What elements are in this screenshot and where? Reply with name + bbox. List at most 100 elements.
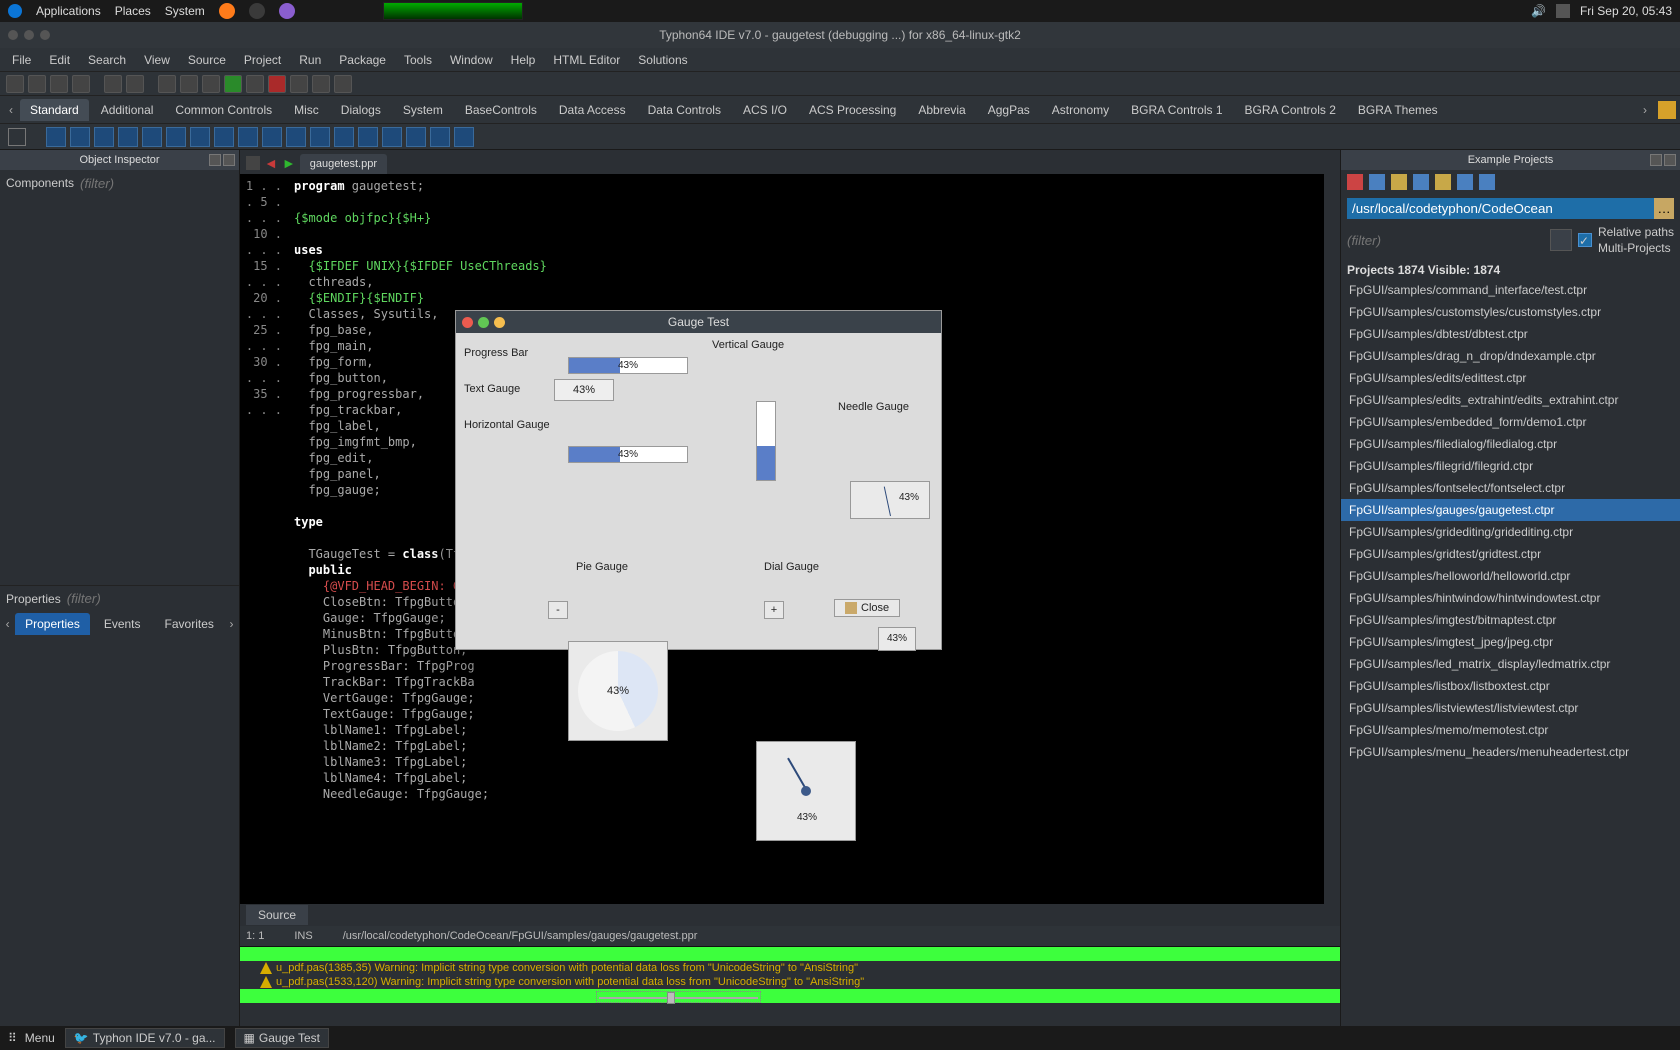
project-item[interactable]: FpGUI/samples/gridediting/gridediting.ct… <box>1341 521 1680 543</box>
show-apps-icon[interactable]: ⠿ <box>8 1031 15 1045</box>
palette-tab-data-controls[interactable]: Data Controls <box>638 99 731 121</box>
ide-menu-package[interactable]: Package <box>339 53 386 67</box>
folder2-icon[interactable] <box>1435 174 1451 190</box>
volume-icon[interactable]: 🔊 <box>1531 4 1546 18</box>
project-item[interactable]: FpGUI/samples/imgtest/bitmaptest.ctpr <box>1341 609 1680 631</box>
window-minimize-icon[interactable] <box>24 30 34 40</box>
palette-tab-acs-i/o[interactable]: ACS I/O <box>733 99 797 121</box>
run-button[interactable] <box>224 75 242 93</box>
palette-tab-acs-processing[interactable]: ACS Processing <box>799 99 906 121</box>
project-item[interactable]: FpGUI/samples/imgtest_jpeg/jpeg.ctpr <box>1341 631 1680 653</box>
palette-tab-abbrevia[interactable]: Abbrevia <box>908 99 975 121</box>
nav-forward-icon[interactable]: ► <box>282 155 296 171</box>
component-icon[interactable] <box>70 127 90 147</box>
panel-undock-icon[interactable] <box>1650 154 1662 166</box>
component-icon[interactable] <box>382 127 402 147</box>
message-warning[interactable]: u_pdf.pas(1533,120) Warning: Implicit st… <box>240 975 1340 989</box>
component-icon[interactable] <box>262 127 282 147</box>
palette-tab-misc[interactable]: Misc <box>284 99 329 121</box>
minus-button[interactable]: - <box>548 601 568 619</box>
files-icon[interactable] <box>279 3 295 19</box>
component-icon[interactable] <box>94 127 114 147</box>
project-item[interactable]: FpGUI/samples/edits_extrahint/edits_extr… <box>1341 389 1680 411</box>
palette-tab-astronomy[interactable]: Astronomy <box>1042 99 1119 121</box>
project-item[interactable]: FpGUI/samples/customstyles/customstyles.… <box>1341 301 1680 323</box>
projects-list[interactable]: FpGUI/samples/command_interface/test.ctp… <box>1341 279 1680 1026</box>
browse-button[interactable]: … <box>1654 198 1674 219</box>
editor-menu-icon[interactable] <box>246 156 260 170</box>
applications-menu[interactable]: Applications <box>36 4 101 18</box>
example-projects-title[interactable]: Example Projects <box>1341 150 1680 170</box>
system-monitor-graph[interactable] <box>383 2 523 20</box>
component-icon[interactable] <box>406 127 426 147</box>
ide-menu-html-editor[interactable]: HTML Editor <box>553 53 620 67</box>
object-inspector-title[interactable]: Object Inspector <box>0 150 239 170</box>
panel-close-icon[interactable] <box>1664 154 1676 166</box>
palette-tab-basecontrols[interactable]: BaseControls <box>455 99 547 121</box>
save-all-button[interactable] <box>72 75 90 93</box>
project-item[interactable]: FpGUI/samples/helloworld/helloworld.ctpr <box>1341 565 1680 587</box>
project-item[interactable]: FpGUI/samples/memo/memotest.ctpr <box>1341 719 1680 741</box>
prop-tab-events[interactable]: Events <box>94 613 151 635</box>
project-item[interactable]: FpGUI/samples/gauges/gaugetest.ctpr <box>1341 499 1680 521</box>
project-item[interactable]: FpGUI/samples/menu_headers/menuheadertes… <box>1341 741 1680 763</box>
ide-menu-view[interactable]: View <box>144 53 170 67</box>
ide-menu-search[interactable]: Search <box>88 53 126 67</box>
gauge-test-window[interactable]: Gauge Test Progress Bar 43% Text Gauge 4… <box>455 310 942 650</box>
palette-tab-additional[interactable]: Additional <box>91 99 164 121</box>
component-icon[interactable] <box>166 127 186 147</box>
clock[interactable]: Fri Sep 20, 05:43 <box>1580 4 1672 18</box>
stop-button[interactable] <box>268 75 286 93</box>
panel-undock-icon[interactable] <box>209 154 221 166</box>
gauge-titlebar[interactable]: Gauge Test <box>456 311 941 333</box>
project-item[interactable]: FpGUI/samples/command_interface/test.ctp… <box>1341 279 1680 301</box>
tool-icon[interactable] <box>1479 174 1495 190</box>
ide-menu-source[interactable]: Source <box>188 53 226 67</box>
ide-menu-tools[interactable]: Tools <box>404 53 432 67</box>
palette-tab-data-access[interactable]: Data Access <box>549 99 636 121</box>
options-button[interactable] <box>158 75 176 93</box>
prop-tab-left-icon[interactable]: ‹ <box>4 617 11 631</box>
prop-tab-right-icon[interactable]: › <box>228 617 235 631</box>
panel-close-icon[interactable] <box>223 154 235 166</box>
component-icon[interactable] <box>358 127 378 147</box>
open-proj-icon[interactable] <box>1369 174 1385 190</box>
project-item[interactable]: FpGUI/samples/listbox/listboxtest.ctpr <box>1341 675 1680 697</box>
tool-icon[interactable] <box>1457 174 1473 190</box>
editor-scrollbar[interactable] <box>1324 174 1340 904</box>
properties-filter-input[interactable] <box>67 591 246 606</box>
palette-tab-system[interactable]: System <box>393 99 453 121</box>
project-item[interactable]: FpGUI/samples/gridtest/gridtest.ctpr <box>1341 543 1680 565</box>
editor-tab[interactable]: gaugetest.ppr <box>300 154 387 174</box>
ide-menu-file[interactable]: File <box>12 53 31 67</box>
component-icon[interactable] <box>334 127 354 147</box>
palette-tab-standard[interactable]: Standard <box>20 99 89 121</box>
component-icon[interactable] <box>310 127 330 147</box>
ide-menu-run[interactable]: Run <box>299 53 321 67</box>
message-warning[interactable]: u_pdf.pas(1385,35) Warning: Implicit str… <box>240 961 1340 975</box>
firefox-icon[interactable] <box>219 3 235 19</box>
palette-scroll-right-icon[interactable]: › <box>1638 103 1652 117</box>
projects-path-input[interactable] <box>1347 198 1654 219</box>
ide-menu-solutions[interactable]: Solutions <box>638 53 687 67</box>
palette-tab-dialogs[interactable]: Dialogs <box>331 99 391 121</box>
system-menu[interactable]: System <box>165 4 205 18</box>
folder-icon[interactable] <box>1391 174 1407 190</box>
palette-favorite-icon[interactable] <box>1658 101 1676 119</box>
ide-menu-help[interactable]: Help <box>511 53 536 67</box>
selection-tool-icon[interactable] <box>8 128 26 146</box>
component-icon[interactable] <box>46 127 66 147</box>
project-item[interactable]: FpGUI/samples/filegrid/filegrid.ctpr <box>1341 455 1680 477</box>
palette-tab-common-controls[interactable]: Common Controls <box>165 99 282 121</box>
window-close-icon[interactable] <box>8 30 18 40</box>
save-button[interactable] <box>50 75 68 93</box>
filter-button[interactable] <box>1550 229 1572 251</box>
relative-paths-checkbox[interactable]: ✓ <box>1578 233 1592 247</box>
project-item[interactable]: FpGUI/samples/filedialog/filedialog.ctpr <box>1341 433 1680 455</box>
task-gauge[interactable]: ▦Gauge Test <box>235 1028 330 1048</box>
value-slider[interactable] <box>596 991 761 1003</box>
components-filter-input[interactable] <box>80 176 259 191</box>
project-item[interactable]: FpGUI/samples/fontselect/fontselect.ctpr <box>1341 477 1680 499</box>
palette-tab-bgra-themes[interactable]: BGRA Themes <box>1348 99 1448 121</box>
project-item[interactable]: FpGUI/samples/drag_n_drop/dndexample.ctp… <box>1341 345 1680 367</box>
